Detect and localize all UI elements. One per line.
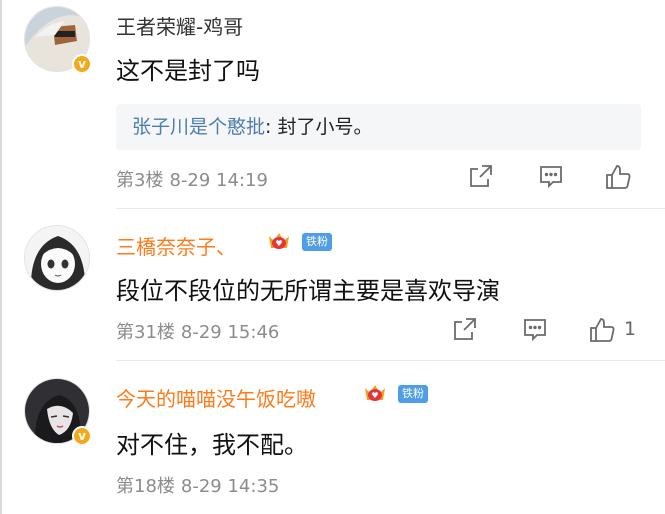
divider [116,360,665,361]
like-count: 1 [624,318,637,340]
comment-text: 对不住，我不配。 [116,431,308,459]
share-button[interactable] [468,163,494,189]
reply-text: 封了小号。 [277,116,373,138]
reply-username[interactable]: 张子川是个憨批 [132,116,265,138]
timestamp: 8-29 14:19 [169,170,268,191]
timestamp: 8-29 14:35 [180,476,280,497]
vip-crown-icon: ♥ [266,230,292,252]
reply-quote[interactable]: 张子川是个憨批: 封了小号。 [116,104,641,150]
floor-number: 第3楼 [116,170,164,191]
reply-separator: : [265,116,278,138]
comment-item: v 今天的喵喵没午饭吃嗷 ♥ 铁粉 对不住，我不配。 第18楼 8-29 14:3… [0,362,665,514]
comment-meta: 第18楼 8-29 14:35 [116,472,279,498]
verified-badge-icon: v [72,54,92,74]
floor-number: 第31楼 [116,322,175,343]
svg-text:♥: ♥ [275,239,282,248]
like-button[interactable] [604,163,632,191]
floor-number: 第18楼 [116,476,175,497]
divider [116,208,665,209]
like-button[interactable]: 1 [588,316,636,344]
comment-button[interactable] [522,316,548,342]
comment-button[interactable] [538,163,564,189]
comment-icon [522,316,548,342]
verified-badge-icon: v [72,426,92,446]
comment-meta: 第3楼 8-29 14:19 [116,166,268,192]
timestamp: 8-29 15:46 [180,322,280,343]
share-icon [468,163,494,189]
comment-item: v 王者荣耀-鸡哥 这不是封了吗 张子川是个憨批: 封了小号。 第3楼 8-29 … [0,0,665,210]
vip-crown-icon: ♥ [362,382,388,404]
username[interactable]: 王者荣耀-鸡哥 [116,11,243,40]
comment-text: 这不是封了吗 [116,57,260,85]
fan-badge: 铁粉 [398,385,428,403]
share-button[interactable] [452,316,478,342]
username[interactable]: 今天的喵喵没午饭吃嗷 [116,383,316,412]
comment-item: 三橋奈奈子、 ♥ 铁粉 段位不段位的无所谓主要是喜欢导演 第31楼 8-29 15… [0,210,665,362]
avatar[interactable] [24,225,90,291]
fan-badge: 铁粉 [302,233,332,251]
comment-icon [538,163,564,189]
username[interactable]: 三橋奈奈子、 [116,231,236,260]
thumbs-up-icon [604,163,632,191]
svg-text:♥: ♥ [371,391,378,400]
share-icon [452,316,478,342]
comment-text: 段位不段位的无所谓主要是喜欢导演 [116,277,500,305]
comment-meta: 第31楼 8-29 15:46 [116,318,279,344]
thumbs-up-icon [588,316,616,344]
